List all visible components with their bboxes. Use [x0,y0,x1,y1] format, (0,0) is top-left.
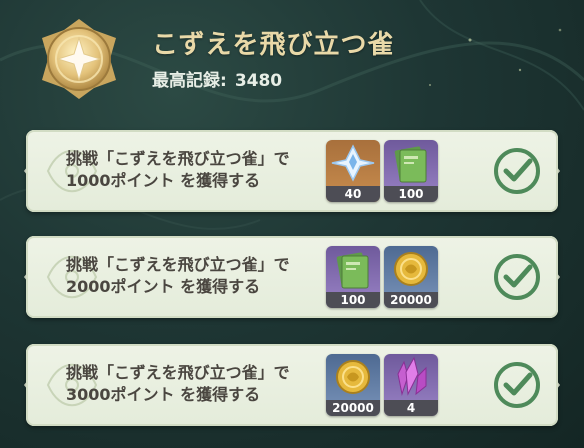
challenge-description: 挑戦「こずえを飛び立つ雀」で 1000ポイント を獲得する [66,148,326,192]
challenge-description: 挑戦「こずえを飛び立つ雀」で 3000ポイント を獲得する [66,362,326,406]
best-record-label: 最高記録: [152,71,227,91]
reward-quantity: 20000 [326,400,380,416]
reward-quantity: 100 [326,292,380,308]
gold-star-medal-icon [42,19,116,99]
purple-crystal-icon [397,356,427,396]
reward-item[interactable]: 4 [384,354,438,416]
reward-item[interactable]: 100 [326,246,380,308]
mora-coin-icon [336,360,370,394]
completed-checkmark-icon [494,254,540,300]
mora-coin-icon [394,252,428,286]
reward-item[interactable]: 100 [384,140,438,202]
challenge-card-2[interactable]: 挑戦「こずえを飛び立つ雀」で 2000ポイント を獲得する 100 20000 [14,230,570,324]
event-header: こずえを飛び立つ雀 最高記録: 3480 [0,0,584,118]
challenge-line-1: 挑戦「こずえを飛び立つ雀」で [66,255,290,274]
reward-quantity: 4 [384,400,438,416]
completed-checkmark-icon [494,148,540,194]
best-record-value: 3480 [234,71,283,91]
reward-quantity: 40 [326,186,380,202]
reward-quantity: 20000 [384,292,438,308]
challenge-card-1[interactable]: 挑戦「こずえを飛び立つ雀」で 1000ポイント を獲得する 40 100 [14,124,570,218]
challenge-line-1: 挑戦「こずえを飛び立つ雀」で [66,363,290,382]
challenge-line-1: 挑戦「こずえを飛び立つ雀」で [66,149,290,168]
reward-quantity: 100 [384,186,438,202]
reward-item[interactable]: 20000 [326,354,380,416]
heros-wit-book-icon [394,146,427,183]
challenge-line-2: 3000ポイント を獲得する [66,385,261,404]
challenge-line-2: 1000ポイント を獲得する [66,171,261,190]
reward-item[interactable]: 20000 [384,246,438,308]
completed-checkmark-icon [494,362,540,408]
heros-wit-book-icon [336,252,369,289]
challenge-description: 挑戦「こずえを飛び立つ雀」で 2000ポイント を獲得する [66,254,326,298]
best-record: 最高記録: 3480 [152,66,282,91]
challenge-card-3[interactable]: 挑戦「こずえを飛び立つ雀」で 3000ポイント を獲得する 20000 4 [14,338,570,432]
event-title: こずえを飛び立つ雀 [152,30,395,60]
primogem-icon [331,144,375,182]
reward-item[interactable]: 40 [326,140,380,202]
challenge-line-2: 2000ポイント を獲得する [66,277,261,296]
